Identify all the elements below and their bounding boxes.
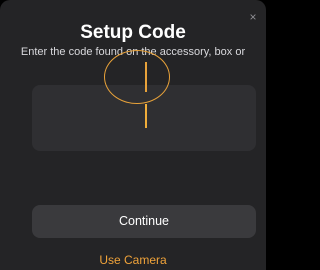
continue-button[interactable]: Continue — [32, 205, 256, 238]
tap-indicator-cursor — [145, 62, 147, 92]
page-title: Setup Code — [80, 22, 186, 43]
tap-indicator — [104, 50, 170, 104]
use-camera-button[interactable]: Use Camera — [0, 253, 266, 267]
setup-code-sheet: × Setup Code Enter the code found on the… — [0, 0, 266, 270]
text-caret — [145, 104, 147, 128]
